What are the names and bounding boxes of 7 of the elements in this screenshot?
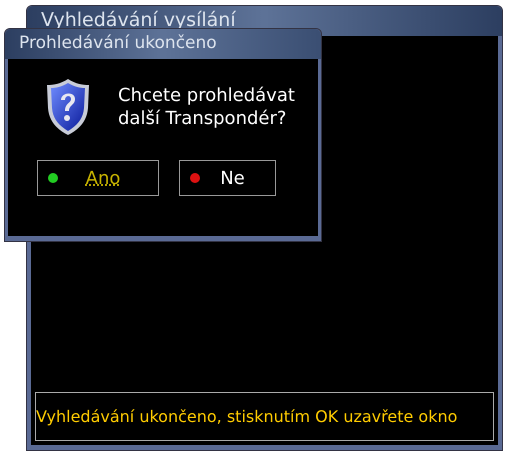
dialog-button[interactable]: Ano	[37, 160, 159, 196]
dialog-message: Chcete prohledávat další Transpondér?	[118, 84, 296, 130]
dialog-title: Prohledávání ukončeno	[19, 32, 217, 56]
shield-question-icon	[46, 78, 90, 136]
dialog-button[interactable]: Ne	[179, 160, 276, 196]
status-text: Vyhledávání ukončeno, stisknutím OK uzavřete okno	[36, 406, 458, 428]
window-title: Vyhledávání vysílání	[41, 9, 236, 31]
